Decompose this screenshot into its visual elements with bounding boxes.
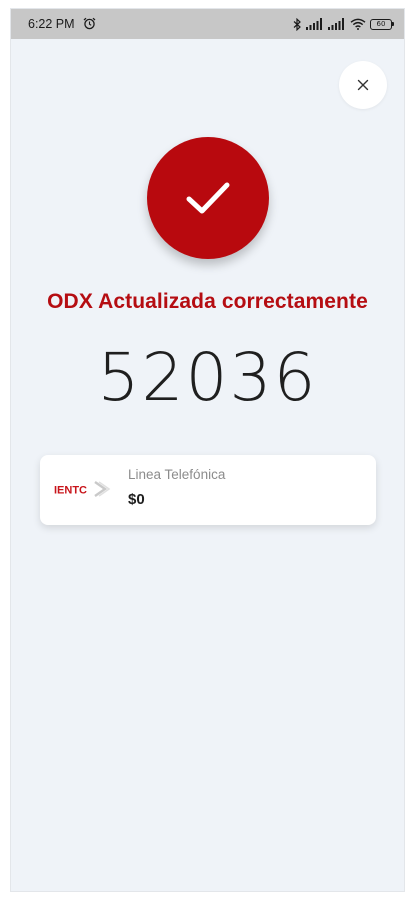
bluetooth-icon xyxy=(293,17,302,31)
wifi-icon xyxy=(350,18,366,30)
success-title: ODX Actualizada correctamente xyxy=(47,290,368,313)
svg-text:IENTC: IENTC xyxy=(54,485,87,497)
app-screen: 6:22 PM 60 ODX Actualizada correctamente… xyxy=(10,8,405,892)
status-time: 6:22 PM xyxy=(28,17,75,31)
battery-icon: 60 xyxy=(370,18,394,30)
alarm-clock-icon xyxy=(83,17,96,30)
close-button[interactable] xyxy=(339,61,387,109)
close-icon xyxy=(357,79,369,91)
odx-number: 52036 xyxy=(97,339,318,416)
provider-logo: IENTC xyxy=(53,479,111,499)
status-icons: 60 xyxy=(293,16,394,32)
service-title: Linea Telefónica xyxy=(128,467,226,482)
service-card[interactable]: IENTC Linea Telefónica $0 xyxy=(40,455,376,525)
signal-icon xyxy=(328,18,346,30)
success-indicator xyxy=(147,137,269,259)
checkmark-icon xyxy=(186,182,230,214)
signal-icon xyxy=(306,18,324,30)
status-bar: 6:22 PM 60 xyxy=(11,9,404,39)
service-amount: $0 xyxy=(128,491,145,508)
